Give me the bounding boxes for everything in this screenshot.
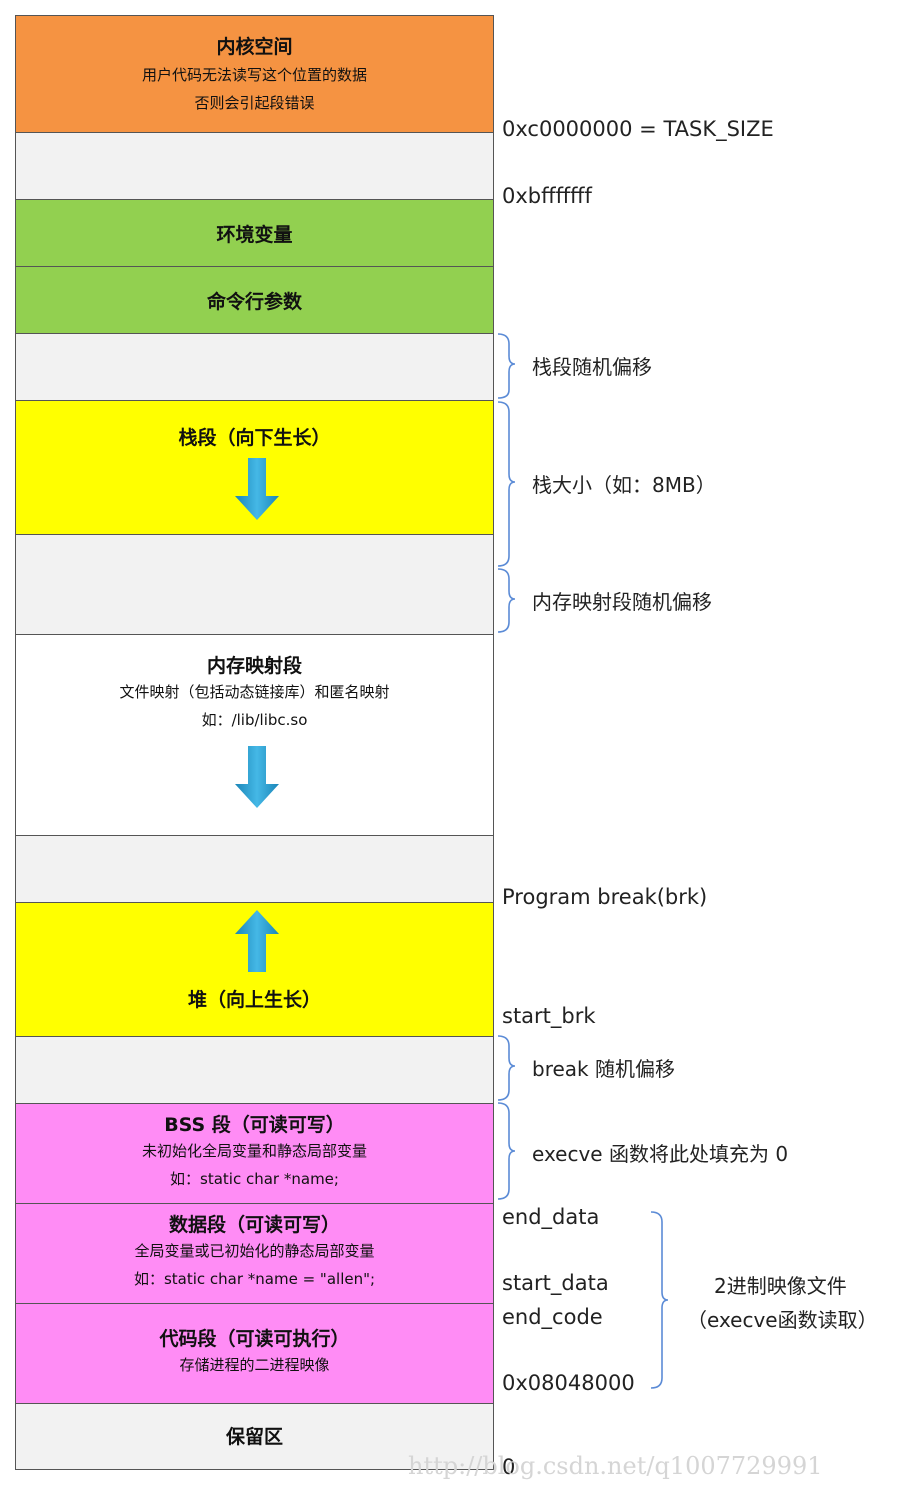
- addr-text-start: 0x08048000: [502, 1371, 635, 1395]
- brace-break-offset: [497, 1035, 516, 1101]
- label-binary-image-1: 2进制映像文件: [714, 1274, 847, 1298]
- label-stack-offset: 栈段随机偏移: [532, 355, 652, 379]
- label-binary-image-2: （execve函数读取）: [687, 1308, 878, 1332]
- addr-program-break: Program break(brk): [502, 885, 708, 909]
- brace-stack-size: [497, 401, 516, 567]
- label-execve-fill: execve 函数将此处填充为 0: [532, 1142, 789, 1166]
- brace-binary-image: [650, 1211, 669, 1389]
- addr-start-data: start_data: [502, 1271, 609, 1295]
- brace-mmap-offset: [497, 568, 516, 633]
- addr-end-data: end_data: [502, 1205, 600, 1229]
- brace-stack-offset: [497, 333, 516, 399]
- watermark: http://blog.csdn.net/q1007729991: [408, 1452, 823, 1480]
- addr-task-size: 0xc0000000 = TASK_SIZE: [502, 117, 774, 141]
- addr-end-code: end_code: [502, 1305, 603, 1329]
- addr-stack-top: 0xbfffffff: [502, 184, 592, 208]
- label-stack-size: 栈大小（如：8MB）: [532, 473, 716, 497]
- down-arrow-icon: [235, 458, 279, 520]
- up-arrow-icon: [235, 910, 279, 972]
- down-arrow-icon: [235, 746, 279, 808]
- brace-execve-fill: [497, 1102, 516, 1200]
- addr-start-brk: start_brk: [502, 1004, 596, 1028]
- label-mmap-offset: 内存映射段随机偏移: [532, 590, 712, 614]
- label-break-offset: break 随机偏移: [532, 1057, 675, 1081]
